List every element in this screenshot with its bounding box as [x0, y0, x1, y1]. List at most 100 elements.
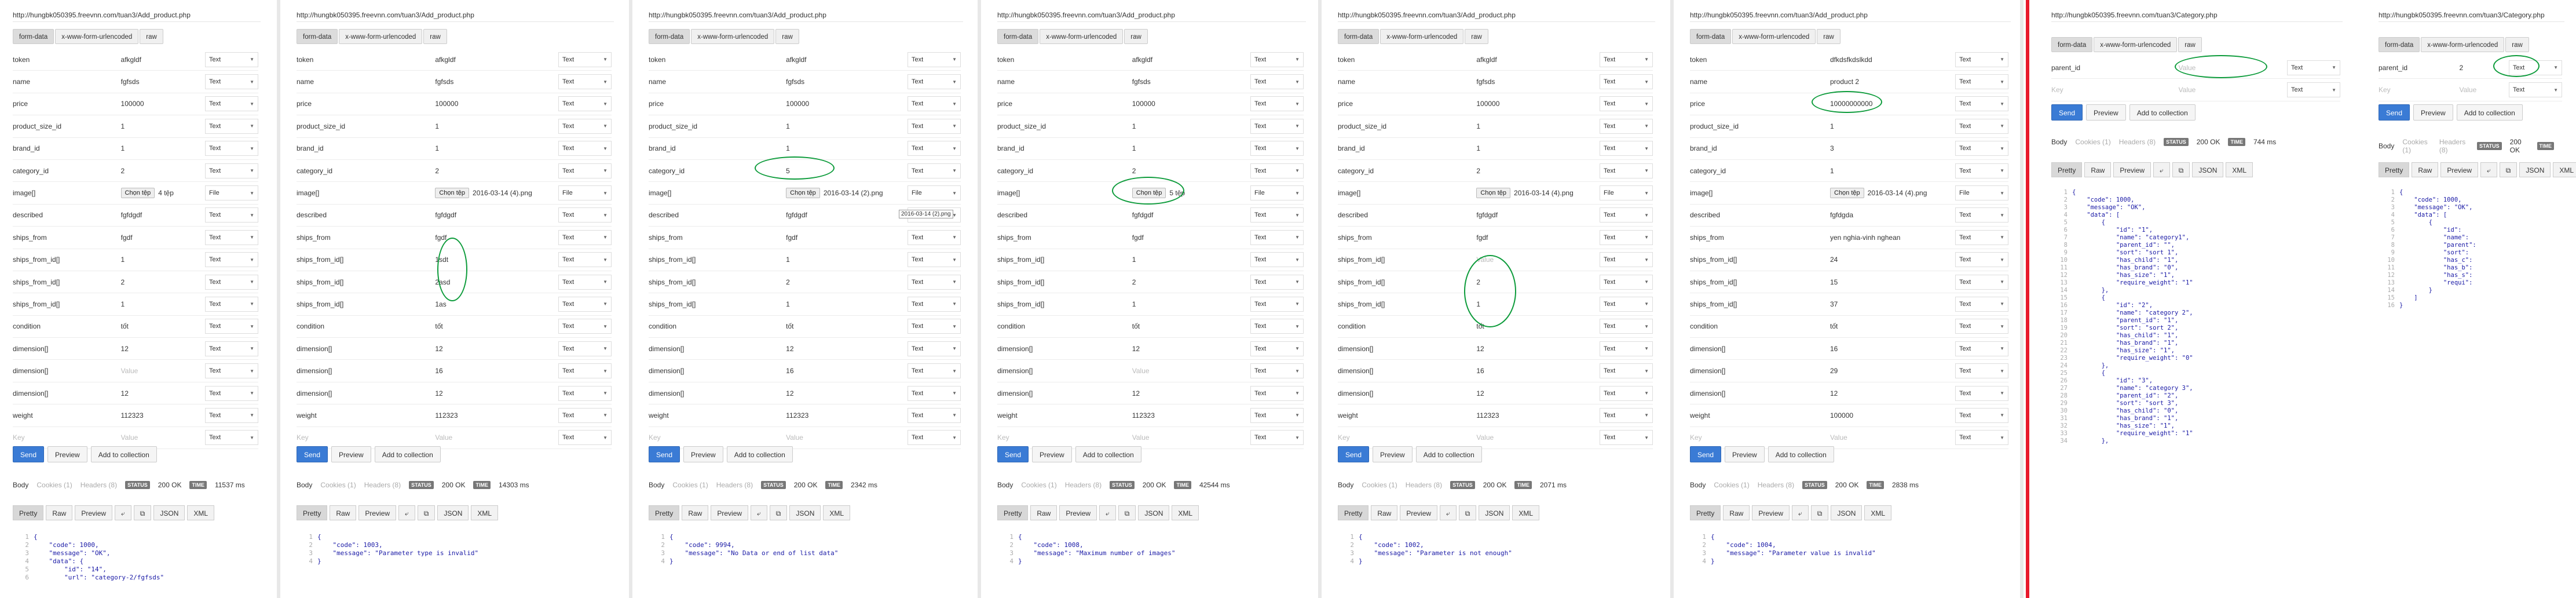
param-type-select[interactable]: Text ▼ — [908, 229, 961, 245]
param-key[interactable]: Key — [2051, 86, 2179, 94]
tab-urlencoded[interactable]: x-www-form-urlencoded — [1380, 29, 1464, 44]
tab-raw[interactable]: raw — [1124, 29, 1148, 44]
param-key[interactable]: ships_from — [13, 234, 121, 242]
view-raw[interactable]: Raw — [46, 505, 73, 520]
param-type-select[interactable]: Text ▼ — [205, 141, 258, 156]
add-to-collection-button[interactable]: Add to collection — [90, 446, 157, 462]
param-key[interactable]: dimension[] — [1690, 389, 1830, 398]
tab-cookies[interactable]: Cookies (1) — [320, 481, 356, 489]
param-type-select[interactable]: Text ▼ — [1600, 319, 1653, 334]
send-button[interactable]: Send — [2051, 104, 2083, 121]
param-value[interactable]: 1 — [435, 122, 558, 130]
param-key[interactable]: weight — [297, 411, 435, 420]
preview-button[interactable]: Preview — [2413, 104, 2453, 121]
view-preview[interactable]: Preview — [1059, 505, 1097, 520]
param-value[interactable]: tốt — [1830, 322, 1955, 330]
param-value[interactable]: 1as — [435, 300, 558, 308]
view-raw[interactable]: Raw — [2084, 162, 2112, 177]
param-type-select[interactable]: Text ▼ — [908, 363, 961, 379]
param-type-select[interactable]: Text ▼ — [908, 274, 961, 290]
param-type-select[interactable]: Text ▼ — [558, 74, 612, 90]
param-type-select[interactable]: Text ▼ — [1600, 274, 1653, 290]
param-type-select[interactable]: Text ▼ — [1250, 430, 1304, 446]
param-value[interactable]: 2 — [1132, 278, 1250, 286]
param-type-select[interactable]: Text ▼ — [205, 363, 258, 379]
param-type-select[interactable]: Text ▼ — [205, 341, 258, 356]
param-key[interactable]: price — [649, 100, 786, 108]
param-key[interactable]: image[] — [649, 189, 786, 197]
param-type-select[interactable]: Text ▼ — [1250, 74, 1304, 90]
param-key[interactable]: dimension[] — [297, 389, 435, 398]
view-raw[interactable]: Raw — [2412, 162, 2439, 177]
param-key[interactable]: product_size_id — [649, 122, 786, 130]
param-value[interactable]: 1 — [121, 144, 205, 152]
param-value[interactable]: tốt — [435, 322, 558, 330]
tab-body[interactable]: Body — [13, 481, 28, 489]
param-type-select[interactable]: Text ▼ — [1955, 163, 2008, 178]
view-preview[interactable]: Preview — [358, 505, 397, 520]
param-key[interactable]: dimension[] — [1338, 367, 1476, 375]
param-type-select[interactable]: Text ▼ — [1600, 407, 1653, 423]
add-to-collection-button[interactable]: Add to collection — [2129, 104, 2196, 121]
param-key[interactable]: ships_from_id[] — [997, 278, 1132, 286]
tab-urlencoded[interactable]: x-www-form-urlencoded — [339, 29, 423, 44]
preview-button[interactable]: Preview — [2086, 104, 2126, 121]
param-key[interactable]: ships_from_id[] — [997, 256, 1132, 264]
param-value[interactable]: 12 — [1132, 345, 1250, 353]
param-key[interactable]: Key — [2379, 86, 2459, 94]
param-value[interactable]: 12 — [435, 389, 558, 398]
param-value[interactable]: afkgldf — [435, 56, 558, 64]
param-value[interactable]: afkgldf — [786, 56, 908, 64]
param-key[interactable]: condition — [649, 322, 786, 330]
param-type-select[interactable]: Text ▼ — [1600, 363, 1653, 379]
tab-cookies[interactable]: Cookies (1) — [36, 481, 72, 489]
param-value[interactable]: Value — [786, 433, 908, 442]
tab-raw[interactable]: raw — [1817, 29, 1840, 44]
param-type-select[interactable]: File ▼ — [1955, 185, 2008, 201]
param-key[interactable]: Key — [1690, 433, 1830, 442]
wrap-icon[interactable]: ⤶ — [2153, 162, 2170, 177]
copy-icon[interactable]: ⧉ — [2499, 162, 2518, 177]
copy-icon[interactable]: ⧉ — [2172, 162, 2190, 177]
wrap-icon[interactable]: ⤶ — [1099, 505, 1116, 520]
preview-button[interactable]: Preview — [1373, 446, 1413, 462]
param-value[interactable]: afkgldf — [1476, 56, 1600, 64]
param-key[interactable]: described — [297, 211, 435, 219]
tab-cookies[interactable]: Cookies (1) — [1021, 481, 1056, 489]
param-value[interactable]: Value — [121, 433, 205, 442]
tab-form-data[interactable]: form-data — [1690, 29, 1732, 44]
param-key[interactable]: described — [997, 211, 1132, 219]
param-value[interactable]: afkgldf — [1132, 56, 1250, 64]
param-type-select[interactable]: Text ▼ — [205, 74, 258, 90]
param-key[interactable]: brand_id — [297, 144, 435, 152]
param-type-select[interactable]: Text ▼ — [558, 118, 612, 134]
tab-raw[interactable]: raw — [2505, 37, 2529, 52]
param-key[interactable]: product_size_id — [997, 122, 1132, 130]
tab-body[interactable]: Body — [1338, 481, 1353, 489]
param-key[interactable]: product_size_id — [1338, 122, 1476, 130]
param-key[interactable]: parent_id — [2051, 64, 2179, 72]
param-type-select[interactable]: Text ▼ — [1600, 341, 1653, 356]
format-xml[interactable]: XML — [823, 505, 851, 520]
tab-form-data[interactable]: form-data — [2379, 37, 2420, 52]
param-key[interactable]: weight — [13, 411, 121, 420]
param-type-select[interactable]: Text ▼ — [1250, 319, 1304, 334]
format-xml[interactable]: XML — [471, 505, 499, 520]
param-value[interactable]: 12 — [1476, 389, 1600, 398]
param-value[interactable]: Value — [1132, 367, 1250, 375]
send-button[interactable]: Send — [297, 446, 328, 462]
param-value[interactable]: 15 — [1830, 278, 1955, 286]
tab-cookies[interactable]: Cookies (1) — [2075, 138, 2110, 146]
param-key[interactable]: dimension[] — [13, 367, 121, 375]
param-key[interactable]: condition — [997, 322, 1132, 330]
param-type-select[interactable]: Text ▼ — [1600, 141, 1653, 156]
param-key[interactable]: dimension[] — [649, 389, 786, 398]
add-to-collection-button[interactable]: Add to collection — [1768, 446, 1834, 462]
param-type-select[interactable]: Text ▼ — [205, 430, 258, 446]
param-type-select[interactable]: Text ▼ — [1600, 96, 1653, 112]
param-type-select[interactable]: Text ▼ — [1955, 274, 2008, 290]
param-type-select[interactable]: Text ▼ — [558, 385, 612, 401]
param-key[interactable]: ships_from — [1338, 234, 1476, 242]
param-value[interactable]: 2 — [1132, 167, 1250, 175]
param-type-select[interactable]: Text ▼ — [1955, 430, 2008, 446]
